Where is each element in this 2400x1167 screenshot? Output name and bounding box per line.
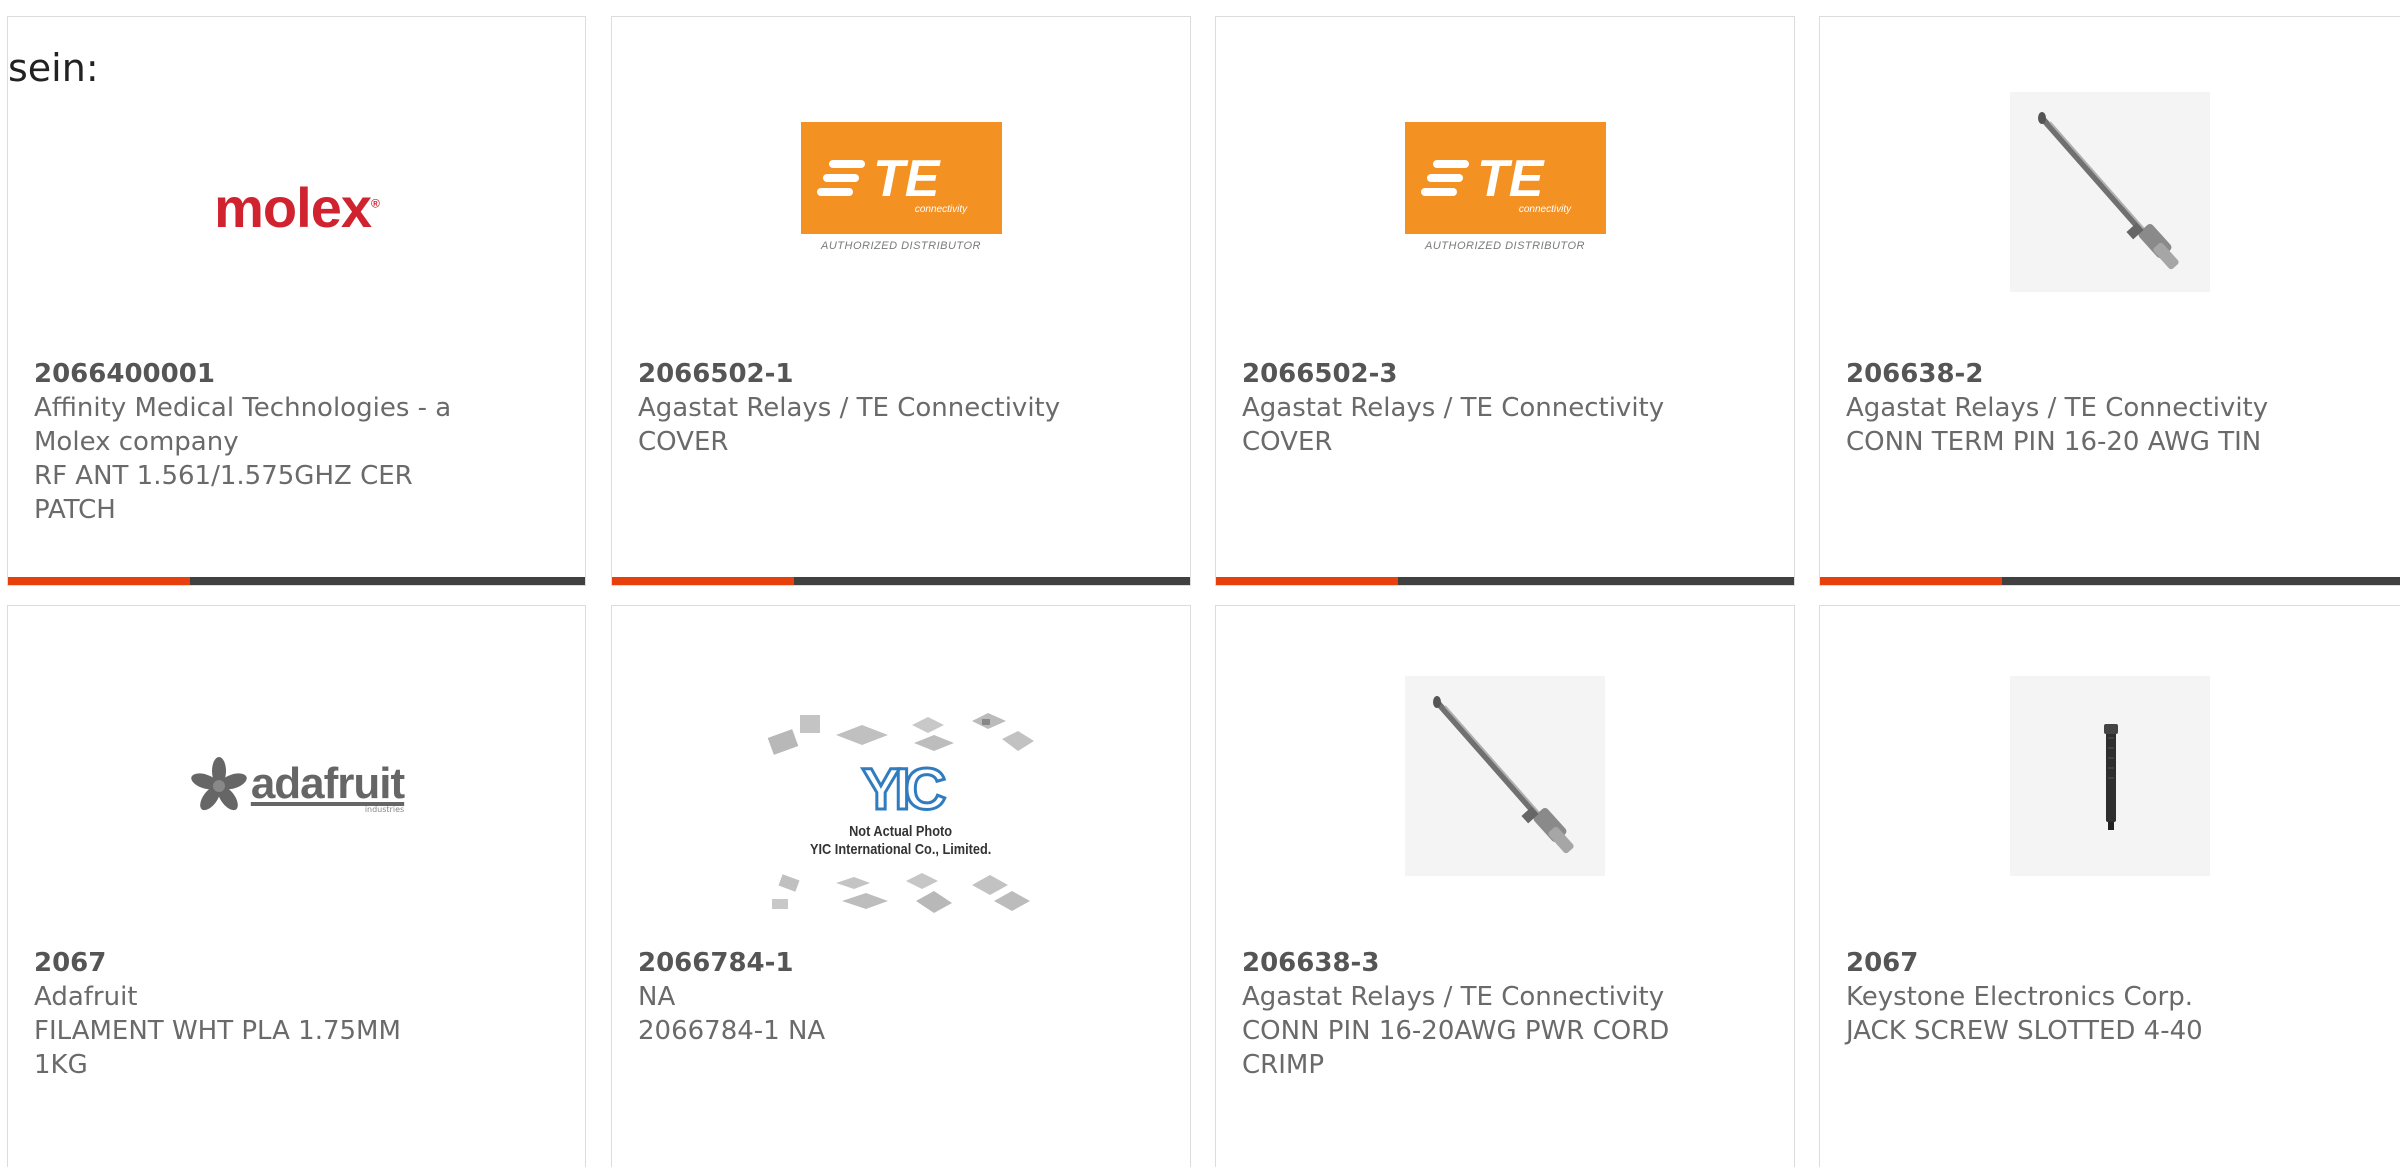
manufacturer: Agastat Relays / TE Connectivity [638, 393, 1061, 423]
description: RF ANT 1.561/1.575GHZ CER PATCH [34, 461, 413, 525]
card-accent-bar [1820, 577, 2002, 585]
te-connectivity-logo: TE connectivity AUTHORIZED DISTRIBUTOR [800, 122, 1002, 252]
chip-icons-top [767, 713, 1034, 755]
manufacturer: Keystone Electronics Corp. [1846, 982, 2194, 1012]
description: CONN TERM PIN 16-20 AWG TIN [1846, 427, 2262, 457]
product-info: 2066784-1 NA 2066784-1 NA [638, 946, 1078, 1048]
part-number[interactable]: 2066502-1 [638, 357, 1078, 391]
part-number[interactable]: 2067 [34, 946, 454, 980]
product-image[interactable]: TE connectivity AUTHORIZED DISTRIBUTOR [1216, 97, 1794, 277]
product-card[interactable]: 2067 Keystone Electronics Corp. JACK SCR… [1819, 605, 2400, 1167]
crimp-pin-photo [2010, 92, 2210, 292]
product-info: 2066502-3 Agastat Relays / TE Connectivi… [1242, 357, 1682, 459]
adafruit-logo: adafruit industries [189, 756, 405, 816]
product-image[interactable]: TE connectivity AUTHORIZED DISTRIBUTOR [612, 97, 1190, 277]
card-bottom-bar [1820, 577, 2400, 585]
card-accent-bar [8, 577, 190, 585]
product-image[interactable]: molex® [8, 87, 585, 327]
svg-text:connectivity: connectivity [1518, 204, 1571, 215]
manufacturer: Affinity Medical Technologies - a Molex … [34, 393, 452, 457]
product-card[interactable]: YIC Not Actual Photo YIC International C… [611, 605, 1191, 1167]
description: FILAMENT WHT PLA 1.75MM 1KG [34, 1016, 401, 1080]
chip-icons-bottom [772, 873, 1030, 913]
part-number[interactable]: 2066400001 [34, 357, 454, 391]
part-number[interactable]: 2066784-1 [638, 946, 1078, 980]
svg-text:connectivity: connectivity [914, 204, 967, 215]
product-info: 206638-3 Agastat Relays / TE Connectivit… [1242, 946, 1682, 1082]
yic-logo: YIC [860, 756, 948, 824]
part-number[interactable]: 2066502-3 [1242, 357, 1682, 391]
product-image[interactable]: YIC Not Actual Photo YIC International C… [612, 696, 1190, 936]
description: CONN PIN 16-20AWG PWR CORD CRIMP [1242, 1016, 1670, 1080]
part-number[interactable]: 206638-3 [1242, 946, 1682, 980]
product-card[interactable]: molex® 2066400001 Affinity Medical Techn… [7, 16, 586, 586]
card-bottom-bar [612, 577, 1190, 585]
product-info: 206638-2 Agastat Relays / TE Connectivit… [1846, 357, 2286, 459]
manufacturer: Agastat Relays / TE Connectivity [1846, 393, 2269, 423]
jack-screw-photo [2010, 676, 2210, 876]
svg-text:TE: TE [873, 150, 941, 208]
manufacturer: NA [638, 982, 676, 1012]
product-card[interactable]: adafruit industries 2067 Adafruit FILAME… [7, 605, 586, 1167]
product-card[interactable]: 206638-3 Agastat Relays / TE Connectivit… [1215, 605, 1795, 1167]
description: COVER [638, 427, 729, 457]
product-image[interactable] [1820, 671, 2400, 881]
manufacturer: Agastat Relays / TE Connectivity [1242, 982, 1665, 1012]
product-info: 2067 Keystone Electronics Corp. JACK SCR… [1846, 946, 2286, 1048]
product-info: 2067 Adafruit FILAMENT WHT PLA 1.75MM 1K… [34, 946, 454, 1082]
product-card[interactable]: 206638-2 Agastat Relays / TE Connectivit… [1819, 16, 2400, 586]
card-bottom-bar [1216, 577, 1794, 585]
crimp-pin-photo [1405, 676, 1605, 876]
product-grid-page: sein: molex® 2066400001 Affinity Medical… [0, 0, 2400, 1167]
molex-logo: molex® [214, 175, 380, 239]
product-image[interactable] [1820, 87, 2400, 297]
section-label: sein: [8, 46, 99, 90]
product-image[interactable]: adafruit industries [8, 666, 585, 906]
part-number[interactable]: 206638-2 [1846, 357, 2286, 391]
part-number[interactable]: 2067 [1846, 946, 2286, 980]
description: JACK SCREW SLOTTED 4-40 [1846, 1016, 2203, 1046]
card-bottom-bar [8, 577, 585, 585]
description: 2066784-1 NA [638, 1016, 826, 1046]
te-connectivity-logo: TE connectivity AUTHORIZED DISTRIBUTOR [1404, 122, 1606, 252]
description: COVER [1242, 427, 1333, 457]
manufacturer: Adafruit [34, 982, 138, 1012]
product-card[interactable]: TE connectivity AUTHORIZED DISTRIBUTOR 2… [1215, 16, 1795, 586]
manufacturer: Agastat Relays / TE Connectivity [1242, 393, 1665, 423]
flower-icon [191, 757, 247, 811]
yic-placeholder-image: YIC Not Actual Photo YIC International C… [766, 711, 1036, 921]
product-info: 2066502-1 Agastat Relays / TE Connectivi… [638, 357, 1078, 459]
product-info: 2066400001 Affinity Medical Technologies… [34, 357, 454, 527]
svg-text:TE: TE [1477, 150, 1545, 208]
product-image[interactable] [1216, 671, 1794, 881]
card-accent-bar [1216, 577, 1398, 585]
card-accent-bar [612, 577, 794, 585]
product-card[interactable]: TE connectivity AUTHORIZED DISTRIBUTOR 2… [611, 16, 1191, 586]
